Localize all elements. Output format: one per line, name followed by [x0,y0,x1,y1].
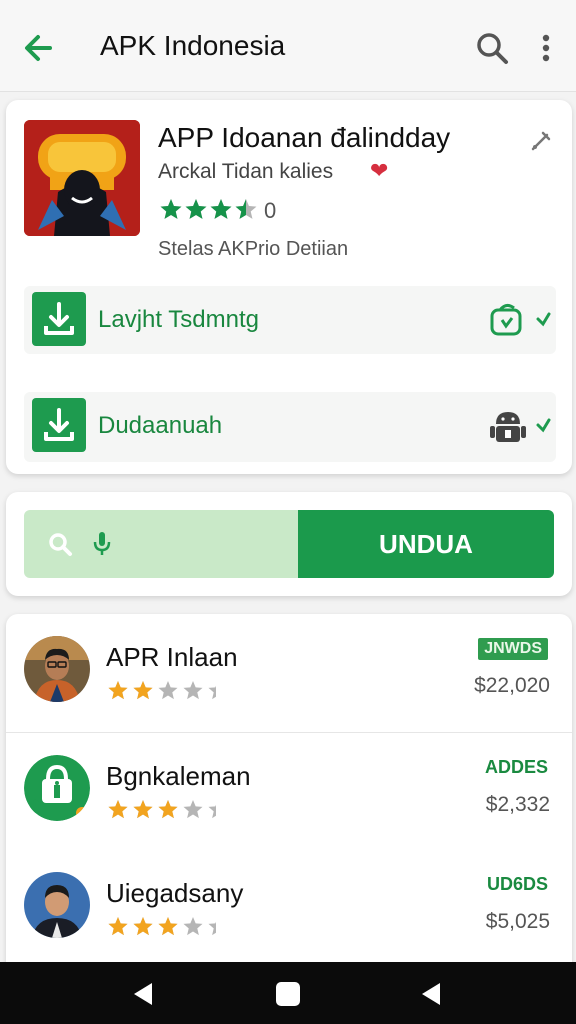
search-icon[interactable] [46,530,74,558]
system-nav-bar [0,962,576,1024]
star-icon [208,921,216,936]
star-icon [158,681,178,700]
android-icon[interactable] [488,406,528,446]
heart-icon[interactable]: ❤ [370,158,388,184]
list-item[interactable]: Bgnkaleman ADDES $2,332 [6,732,572,850]
item-rating-stars [106,799,216,821]
download-icon[interactable] [32,292,86,346]
more-vert-icon[interactable] [532,28,560,68]
mic-icon[interactable] [90,528,114,558]
star-filled-icon [108,917,128,936]
status-badge: ADDES [484,757,548,777]
star-filled-icon [133,681,153,700]
search-icon[interactable] [472,28,512,68]
star-filled-icon [133,917,153,936]
item-price: $5,025 [485,910,550,933]
star-icon [183,917,203,936]
app-meta: Stelas AKPrio Detiian [158,238,349,260]
star-filled-icon [210,199,232,219]
nav-back-icon[interactable] [130,980,158,1008]
item-price: $2,332 [485,793,550,816]
star-filled-icon [108,681,128,700]
star-filled-icon [158,917,178,936]
avatar [24,636,90,702]
download-row[interactable]: Lavjht Tsdmntg [24,286,556,354]
item-price: $22,020 [474,674,550,697]
star-icon [183,681,203,700]
item-rating-stars [106,680,216,702]
rating-count: 0 [264,198,277,223]
item-name: Bgnkaleman [106,761,251,791]
app-icon[interactable] [24,120,140,236]
download-icon[interactable] [32,398,86,452]
avatar [24,872,90,938]
star-filled-icon [185,199,207,219]
download-label: Dudaanuah [98,412,223,439]
download-label: Lavjht Tsdmntg [98,306,259,333]
star-icon [183,800,203,819]
search-bar[interactable]: UNDUA [24,510,554,578]
edit-icon[interactable] [528,128,554,154]
app-detail-card: APP Idoanan đalindday Arckal Tidan kalie… [6,100,572,474]
chevron-right-icon[interactable] [534,308,552,330]
nav-home-icon[interactable] [274,980,302,1008]
app-name: APP Idoanan đalindday [158,122,451,153]
list-item[interactable]: APR Inlaan JNWDS $22,020 [6,614,572,732]
star-icon [208,685,216,700]
star-filled-icon [160,199,182,219]
item-name: APR Inlaan [106,642,238,672]
star-filled-icon [158,800,178,819]
item-rating-stars [106,916,216,938]
star-filled-icon [108,800,128,819]
chevron-right-icon[interactable] [534,414,552,436]
app-subtitle: Arckal Tidan kalies [158,160,334,183]
sync-icon[interactable] [488,300,528,340]
item-name: Uiegadsany [106,878,244,908]
star-filled-icon [133,800,153,819]
page-title: APK Indonesia [100,30,286,61]
app-bar: APK Indonesia [0,0,576,92]
status-badge: UD6DS [486,874,548,894]
status-badge: JNWDS [478,638,548,660]
download-button[interactable]: UNDUA [298,510,554,578]
app-rating-stars [158,198,258,222]
app-store-icon [24,755,90,821]
nav-recents-icon[interactable] [418,980,446,1008]
list-item[interactable]: Uiegadsany UD6DS $5,025 [6,850,572,968]
star-icon [208,804,216,819]
arrow-left-icon[interactable] [20,28,60,68]
search-card: UNDUA [6,492,572,596]
download-row[interactable]: Dudaanuah [24,392,556,462]
app-list: APR Inlaan JNWDS $22,020 Bgnkaleman ADDE… [6,614,572,974]
